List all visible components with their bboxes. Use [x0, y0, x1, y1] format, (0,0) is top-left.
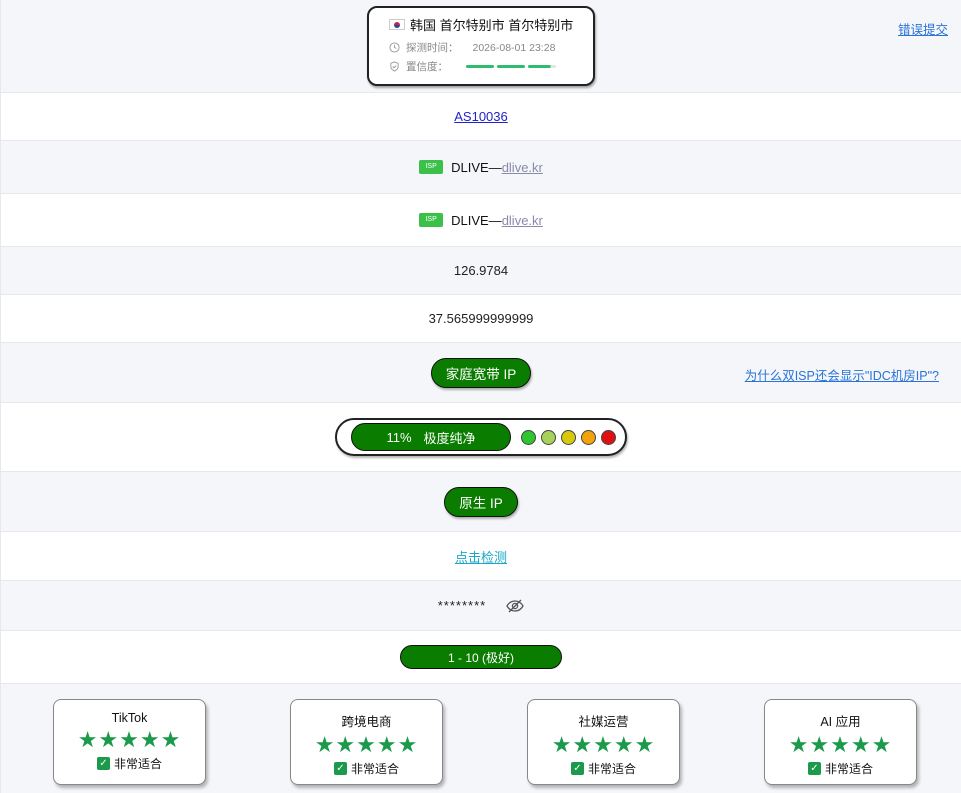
usage-card-title: 跨境电商	[341, 715, 392, 729]
org-domain-link[interactable]: dlive.kr	[502, 213, 543, 228]
click-detect-link[interactable]: 点击检测	[455, 547, 507, 566]
risk-label: 极度纯净	[423, 430, 476, 446]
risk-row: 11% 极度纯净	[0, 403, 961, 472]
checkbox-icon: ✓	[333, 762, 347, 775]
star-rating: ★★★★★	[77, 727, 182, 752]
longitude-row: 126.9784	[0, 247, 961, 295]
risk-dot	[561, 429, 576, 445]
report-error-link[interactable]: 错误提交	[898, 19, 948, 38]
location-text: 韩国 首尔特别市 首尔特别市	[410, 18, 574, 33]
fit-label: 非常适合	[350, 762, 399, 776]
usage-card-social: 社媒运营 ★★★★★ ✓ 非常适合	[527, 699, 680, 785]
risk-dot	[521, 429, 536, 445]
masked-row: ********	[0, 581, 961, 631]
risk-indicator: 11% 极度纯净	[335, 418, 627, 456]
masked-value: ********	[437, 598, 487, 613]
isp-name: DLIVE—	[451, 159, 502, 175]
risk-level-dots	[521, 429, 616, 445]
org-name: DLIVE—	[451, 212, 502, 228]
detect-time-value: 2026-08-01 23:28	[472, 41, 556, 54]
native-row: 原生 IP	[0, 472, 961, 532]
native-ip-badge: 原生 IP	[444, 486, 518, 517]
ip-type-row: 家庭宽带 IP 为什么双ISP还会显示"IDC机房IP"?	[0, 343, 961, 403]
usage-card-title: TikTok	[111, 711, 148, 725]
asn-row: AS10036	[0, 93, 961, 141]
isp-row: ISP DLIVE— dlive.kr	[0, 141, 961, 194]
score-row: 1 - 10 (极好)	[0, 631, 961, 684]
usage-card-title: 社媒运营	[578, 715, 629, 729]
confidence-segment	[497, 65, 525, 68]
dual-isp-help-link[interactable]: 为什么双ISP还会显示"IDC机房IP"?	[745, 365, 939, 384]
usage-card-ecommerce: 跨境电商 ★★★★★ ✓ 非常适合	[290, 699, 443, 785]
location-card: 韩国 首尔特别市 首尔特别市 探测时间： 2026-08-01 23:28 置信…	[367, 6, 595, 86]
asn-link[interactable]: AS10036	[454, 109, 508, 124]
star-rating: ★★★★★	[551, 732, 656, 757]
checkbox-icon: ✓	[96, 757, 110, 770]
usage-card-title: AI 应用	[820, 715, 861, 729]
usage-cards: TikTok ★★★★★ ✓ 非常适合 跨境电商 ★★★★★ ✓ 非常适合 社媒运营…	[0, 684, 961, 793]
star-rating: ★★★★★	[314, 732, 419, 757]
eye-off-icon[interactable]	[506, 599, 524, 613]
confidence-bars	[466, 65, 556, 68]
risk-score-pill: 11% 极度纯净	[351, 423, 511, 451]
detect-row: 点击检测	[0, 532, 961, 581]
confidence-segment	[466, 65, 494, 68]
score-badge: 1 - 10 (极好)	[400, 645, 562, 669]
korea-flag-icon	[389, 19, 405, 30]
confidence-label: 置信度：	[406, 61, 448, 73]
confidence-segment	[528, 65, 556, 68]
fit-label: 非常适合	[587, 762, 636, 776]
detect-time-label: 探测时间：	[406, 42, 459, 54]
usage-card-ai: AI 应用 ★★★★★ ✓ 非常适合	[764, 699, 917, 785]
checkbox-icon: ✓	[570, 762, 584, 775]
location-row: 韩国 首尔特别市 首尔特别市 探测时间： 2026-08-01 23:28 置信…	[0, 0, 961, 93]
isp-domain-link[interactable]: dlive.kr	[502, 160, 543, 175]
fit-label: 非常适合	[113, 757, 162, 771]
latitude-value: 37.565999999999	[428, 311, 534, 326]
isp-badge: ISP	[419, 160, 444, 174]
clock-icon	[389, 42, 400, 53]
star-rating: ★★★★★	[788, 732, 893, 757]
longitude-value: 126.9784	[453, 263, 509, 278]
ip-type-badge: 家庭宽带 IP	[430, 357, 532, 388]
org-row: ISP DLIVE— dlive.kr	[0, 194, 961, 247]
checkbox-icon: ✓	[807, 762, 821, 775]
shield-check-icon	[390, 61, 399, 72]
usage-card-tiktok: TikTok ★★★★★ ✓ 非常适合	[53, 699, 206, 785]
risk-dot	[541, 429, 556, 445]
risk-percent: 11%	[386, 429, 412, 445]
risk-dot	[581, 429, 596, 445]
latitude-row: 37.565999999999	[0, 295, 961, 343]
isp-badge: ISP	[419, 213, 444, 227]
risk-dot	[601, 429, 616, 445]
fit-label: 非常适合	[824, 762, 873, 776]
